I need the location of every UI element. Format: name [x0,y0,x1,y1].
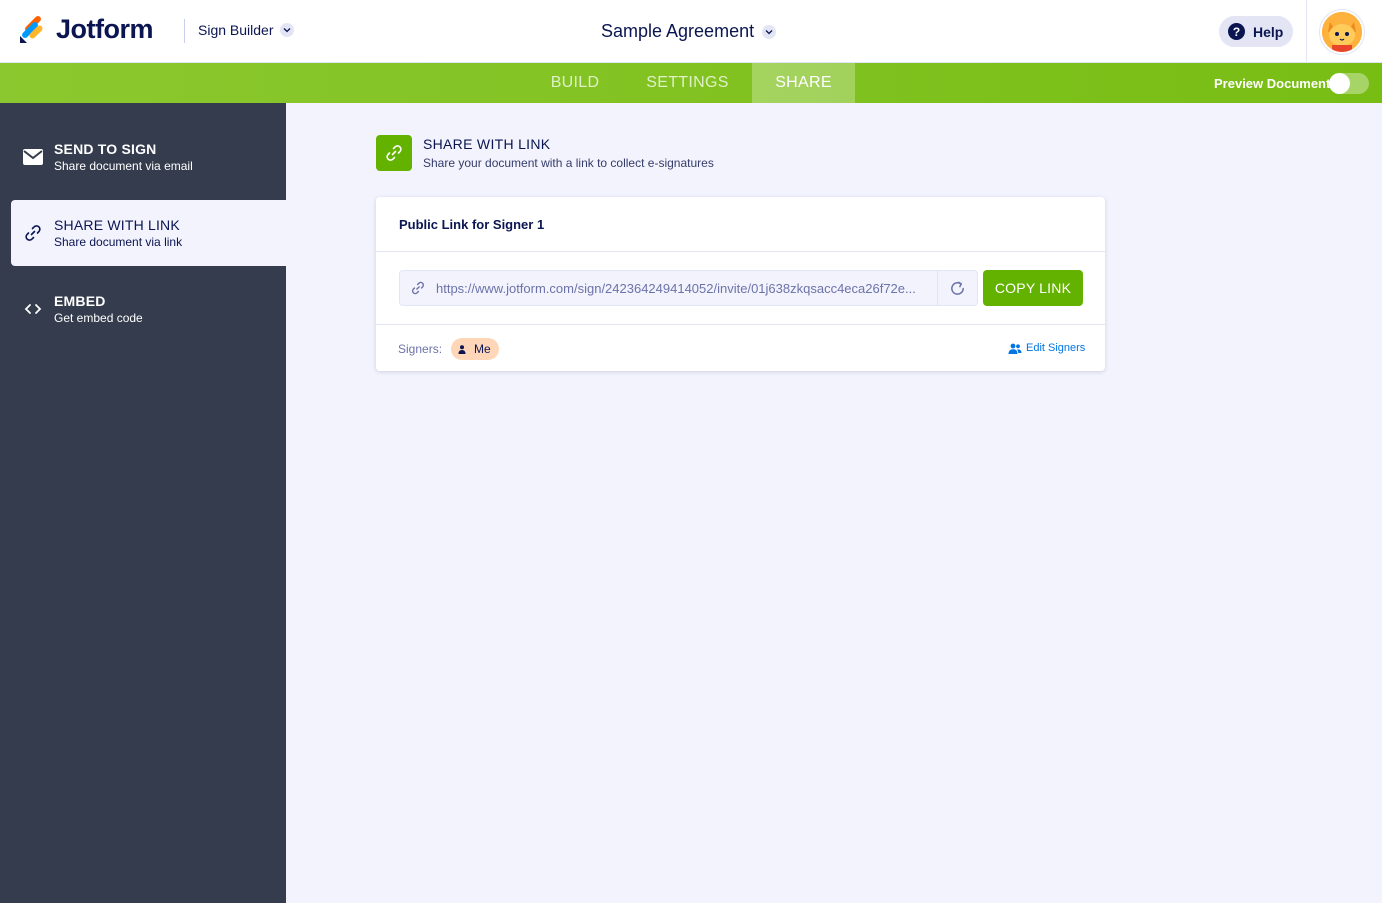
question-icon: ? [1228,23,1245,40]
section-subtitle: Share your document with a link to colle… [423,156,714,170]
toggle-knob [1329,73,1350,94]
sidebar-item-subtitle: Get embed code [54,311,143,325]
card-title: Public Link for Signer 1 [399,217,545,232]
card-divider [376,251,1105,252]
help-label: Help [1253,23,1284,40]
document-title-text: Sample Agreement [601,21,755,41]
header-divider [184,19,185,43]
preview-document-toggle[interactable] [1329,73,1369,94]
sidebar-item-title: SHARE WITH LINK [54,217,180,233]
public-link-field[interactable]: https://www.jotform.com/sign/24236424941… [399,270,978,306]
chevron-down-icon [762,24,777,39]
tab-build[interactable]: BUILD [530,63,620,103]
envelope-icon [22,146,44,168]
chevron-down-icon [279,23,294,37]
copy-link-button[interactable]: COPY LINK [983,270,1083,306]
brand-name: Jotform [56,14,154,44]
link-icon [400,281,436,295]
sidebar-item-title: EMBED [54,293,106,309]
sidebar-item-title: SEND TO SIGN [54,141,157,157]
sidebar-item-send-to-sign[interactable]: SEND TO SIGN Share document via email [0,124,286,190]
tab-settings[interactable]: SETTINGS [630,63,745,103]
edit-signers-label: Edit Signers [1026,342,1086,354]
top-header: Jotform Sign Builder Sample Agreement ? … [0,0,1382,63]
product-switcher[interactable]: Sign Builder [198,22,294,38]
edit-signers-link[interactable]: Edit Signers [1008,342,1085,354]
refresh-link-button[interactable] [937,271,977,305]
users-icon [1008,343,1022,354]
public-link-url[interactable]: https://www.jotform.com/sign/24236424941… [436,281,936,296]
jotform-logo-icon [20,15,43,43]
signer-chip-label: Me [474,342,491,356]
document-title[interactable]: Sample Agreement [601,21,777,42]
preview-document-label: Preview Document [1214,76,1331,91]
tab-share[interactable]: SHARE [752,63,855,103]
product-name: Sign Builder [198,22,274,38]
share-sidebar: SEND TO SIGN Share document via email SH… [0,103,286,903]
link-icon [22,222,44,244]
refresh-icon [951,281,964,295]
card-divider [376,324,1105,325]
link-icon [376,135,412,171]
section-title: SHARE WITH LINK [423,136,551,152]
sidebar-item-embed[interactable]: EMBED Get embed code [0,276,286,342]
builder-nav: BUILD SETTINGS SHARE Preview Document [0,63,1382,103]
sidebar-item-subtitle: Share document via email [54,159,193,173]
signer-chip: Me [451,338,499,360]
jotform-logo[interactable]: Jotform [18,14,154,45]
public-link-card: Public Link for Signer 1 https://www.jot… [376,197,1105,371]
sidebar-item-share-with-link[interactable]: SHARE WITH LINK Share document via link [11,200,286,266]
section-header: SHARE WITH LINK Share your document with… [376,135,714,171]
cat-avatar-icon [1322,12,1362,52]
code-icon [22,298,44,320]
help-button[interactable]: ? Help [1219,16,1293,47]
sidebar-item-subtitle: Share document via link [54,235,183,249]
signers-label: Signers: [398,342,443,356]
avatar[interactable] [1320,10,1364,54]
person-icon [458,344,466,354]
header-divider [1306,0,1307,63]
